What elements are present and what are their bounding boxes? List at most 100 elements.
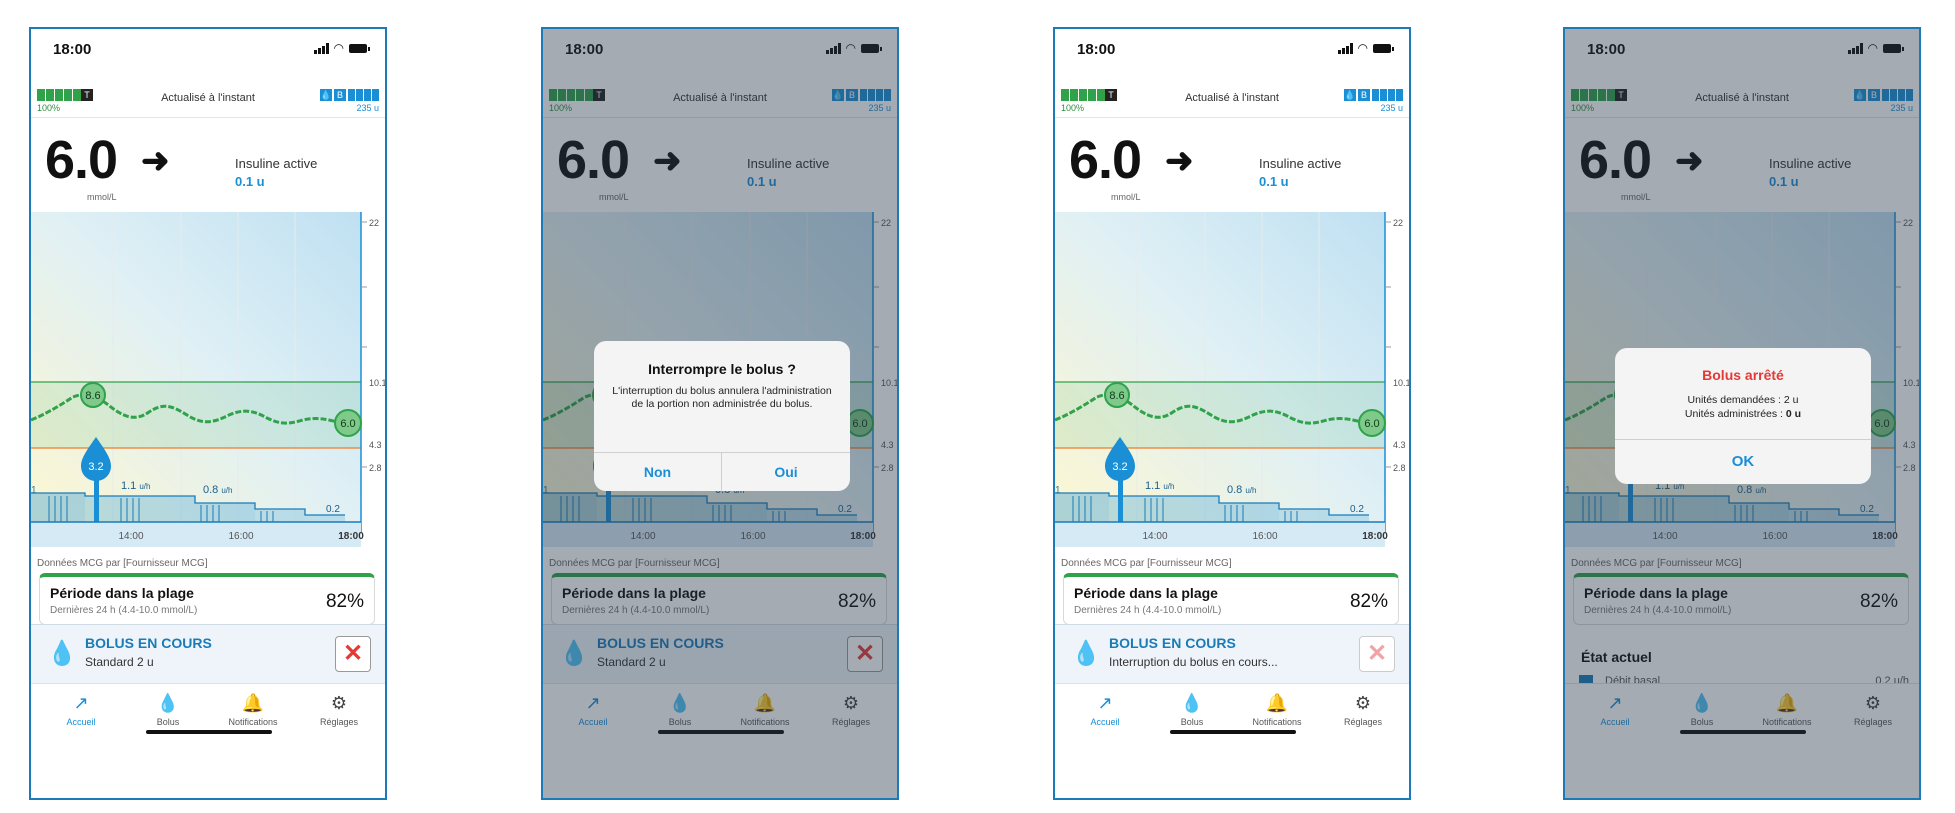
stop-bolus-button: ✕ [1359,636,1395,672]
glucose-value: 6.0 [1069,130,1142,190]
basal-left-label: 1 [31,485,37,496]
units-delivered-label: Unités administrées : [1684,408,1786,420]
drop-icon: 💧 [1071,640,1101,667]
active-insulin-label: Insuline active [235,156,318,171]
trend-chart-icon: ↗ [1097,693,1113,713]
reservoir-indicator: 💧 B [320,89,379,101]
units-delivered-value: 0 u [1785,408,1802,420]
tab-bolus-label: Bolus [1180,717,1204,727]
tab-bolus[interactable]: 💧 Bolus [1152,692,1232,727]
glucose-chart[interactable]: 22 10.1 4.3 2.8 8.6 6.0 3.2 [1055,212,1409,547]
bolus-status-subtitle: Interruption du bolus en cours... [1109,655,1278,669]
bolus-amount-label: 3.2 [88,461,103,473]
tab-home[interactable]: ↗ Accueil [1065,692,1145,727]
tab-settings-label: Réglages [1343,717,1383,727]
gear-icon: ⚙ [1354,693,1372,713]
bolus-status-title: BOLUS EN COURS [85,635,212,651]
y-tick-4-3: 4.3 [1393,440,1406,450]
dialog-title: Interrompre le bolus ? [648,361,796,377]
wifi-icon: ◠ [333,41,344,55]
bell-icon: 🔔 [241,693,265,713]
dialog-title: Bolus arrêté [1702,367,1784,383]
time-in-range-card[interactable]: Période dans la plage Dernières 24 h (4.… [1063,573,1399,625]
tab-notifications-label: Notifications [1252,717,1302,727]
reservoir-units: 235 u [1380,103,1403,113]
glucose-current-label: 6.0 [1364,418,1379,430]
time-in-range-card[interactable]: Période dans la plage Dernières 24 h (4.… [39,573,375,625]
status-bar: 18:00 ◠ [1055,29,1409,81]
bolus-status-subtitle: Standard 2 u [85,655,154,669]
basal-rate-label-3: 0.2 [1350,504,1364,515]
drop-icon: 💧 [156,693,180,713]
y-tick-2-8: 2.8 [1393,463,1406,473]
bell-icon: 🔔 [1265,693,1289,713]
cancel-button[interactable]: Non [594,453,722,491]
confirm-stop-button[interactable]: Oui [722,453,850,491]
system-icons: ◠ [313,41,370,55]
x-tick-1400: 14:00 [1142,531,1167,542]
bolus-stopped-dialog: Bolus arrêté Unités demandées : 2 u Unités… [1615,348,1871,484]
active-insulin-label: Insuline active [1259,156,1342,171]
active-insulin-value: 0.1 u [235,174,265,189]
basal-left-label: 1 [1055,485,1061,496]
glucose-value: 6.0 [45,130,118,190]
basal-rate-label-3: 0.2 [326,504,340,515]
tab-home[interactable]: ↗ Accueil [41,692,121,727]
glucose-chart-svg: 22 10.1 4.3 2.8 8.6 6.0 3.2 [1055,212,1409,547]
time-in-range-title: Période dans la plage [50,585,194,601]
tab-notifications[interactable]: 🔔 Notifications [213,692,293,727]
y-tick-2-8: 2.8 [369,463,382,473]
stop-bolus-dialog: Interrompre le bolus ? L'interruption du … [594,341,850,491]
device-status-bar[interactable]: T 100% Actualisé à l'instant 💧 B 235 u [31,81,385,118]
active-insulin-value: 0.1 u [1259,174,1289,189]
screen-bolus-in-progress: 18:00 ◠ T 100% Actualisé à l'instant 💧 B… [29,27,387,800]
x-tick-1600: 16:00 [228,531,253,542]
device-status-bar[interactable]: T 100% Actualisé à l'instant 💧 B 235 u [1055,81,1409,118]
y-tick-4-3: 4.3 [369,440,382,450]
arrow-right-icon: ➜ [141,142,170,180]
signal-icon [313,43,329,54]
status-time: 18:00 [53,41,92,58]
signal-icon [1337,43,1353,54]
home-indicator[interactable] [1170,730,1296,734]
bolus-in-progress-banner[interactable]: 💧 BOLUS EN COURS Standard 2 u ✕ [31,624,385,683]
time-in-range-subtitle: Dernières 24 h (4.4-10.0 mmol/L) [1074,605,1222,616]
home-indicator[interactable] [146,730,272,734]
dialog-actions: Non Oui [594,452,850,491]
tab-settings[interactable]: ⚙ Réglages [299,692,379,727]
bolus-in-progress-banner[interactable]: 💧 BOLUS EN COURS Interruption du bolus e… [1055,624,1409,683]
tab-bolus[interactable]: 💧 Bolus [128,692,208,727]
y-tick-10-1: 10.1 [1393,378,1409,388]
system-icons: ◠ [1337,42,1394,54]
drop-icon: 💧 [1180,693,1204,713]
screen-bolus-stopping: 18:00 ◠ T 100% Actualisé à l'instant 💧 B… [1053,27,1411,800]
glucose-chart[interactable]: 22 10.1 4.3 2.8 8.6 6.0 3.2 [31,212,385,547]
reservoir-units: 235 u [356,103,379,113]
basal-rate-label-1: 1.1 u/h [121,480,150,492]
status-bar: 18:00 ◠ [31,29,385,81]
units-delivered: Unités administrées : 0 u [1615,408,1871,420]
battery-icon [349,44,370,53]
y-tick-10-1: 10.1 [369,378,385,388]
basal-rate-label-2: 0.8 u/h [203,484,232,496]
reservoir-level-icon [348,89,379,101]
tab-settings[interactable]: ⚙ Réglages [1323,692,1403,727]
y-tick-22: 22 [1393,218,1403,228]
tab-bolus-label: Bolus [156,717,180,727]
insulin-drop-icon: 💧 [1344,89,1356,101]
reservoir-tag-icon: B [1358,89,1370,101]
time-in-range-value: 82% [1349,591,1388,612]
glucose-peak-label: 8.6 [85,390,100,402]
stop-bolus-button[interactable]: ✕ [335,636,371,672]
units-requested: Unités demandées : 2 u [1687,394,1799,406]
reservoir-indicator: 💧 B [1344,89,1403,101]
glucose-unit: mmol/L [1111,192,1141,202]
tab-notifications[interactable]: 🔔 Notifications [1237,692,1317,727]
ok-button[interactable]: OK [1615,439,1871,484]
drop-icon: 💧 [47,640,77,667]
time-in-range-subtitle: Dernières 24 h (4.4-10.0 mmol/L) [50,605,198,616]
dialog-message: L'interruption du bolus annulera l'admin… [612,385,832,410]
tab-settings-label: Réglages [319,717,359,727]
screen-stop-bolus-dialog: 18:00 ◠ T 100% Actualisé à l'instant 💧 B… [541,27,899,800]
tab-home-label: Accueil [1090,717,1120,727]
